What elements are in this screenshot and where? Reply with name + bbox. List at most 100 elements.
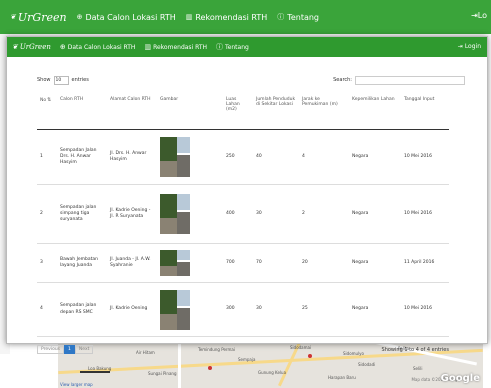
column-header-gambar[interactable]: Gambar <box>157 93 223 130</box>
cell-penduduk: 70 <box>253 243 299 283</box>
map-brand-logo: Google <box>440 373 480 384</box>
main-window: ❦ UrGreen ⊕ Data Calon Lokasi RTH ▥ Reko… <box>6 36 488 354</box>
cell-penduduk: 40 <box>253 129 299 185</box>
location-photo[interactable] <box>160 194 190 234</box>
logo[interactable]: ❦ UrGreen <box>12 43 51 51</box>
background-login[interactable]: ⇥Lo <box>471 11 487 20</box>
cell-kepemilikan: Negara <box>349 282 401 337</box>
leaf-icon: ❦ <box>10 12 16 21</box>
cell-tanggal: 11 April 2016 <box>401 243 449 283</box>
cell-no: 3 <box>37 243 57 283</box>
cell-penduduk: 30 <box>253 282 299 337</box>
map-label: Selili <box>413 366 423 371</box>
page-1-button[interactable]: 1 <box>64 345 75 354</box>
pagination: Previous 1 Next <box>37 345 94 354</box>
navbar: ❦ UrGreen ⊕ Data Calon Lokasi RTH ▥ Reko… <box>7 37 487 57</box>
column-header-no[interactable]: No⇅ <box>37 93 57 130</box>
table-row[interactable]: 1 Sempadan Jalan Drs. H. Anwar Hasyim Jl… <box>37 129 449 185</box>
cell-luas: 400 <box>223 184 253 244</box>
background-nav-rekomendasi[interactable]: ▥ Rekomendasi RTH <box>186 13 268 22</box>
leaf-icon: ❦ <box>12 42 18 51</box>
cell-tanggal: 10 Mei 2016 <box>401 129 449 185</box>
bar-chart-icon: ▥ <box>185 12 193 21</box>
cell-no: 4 <box>37 282 57 337</box>
entries-select[interactable]: 10 <box>53 75 69 85</box>
column-header-kepemilikan[interactable]: Kepemilikan Lahan <box>349 93 401 130</box>
data-table: No⇅ Calon RTH Alamat Calon RTH Gambar Lu… <box>37 93 449 337</box>
map-label: Harapan Baru <box>328 375 356 380</box>
table-header-row: No⇅ Calon RTH Alamat Calon RTH Gambar Lu… <box>37 93 449 130</box>
bar-chart-icon: ▥ <box>144 42 152 51</box>
column-header-calon-rth[interactable]: Calon RTH <box>57 93 107 130</box>
map-label: Sidodadi <box>358 362 376 367</box>
location-photo[interactable] <box>160 289 190 330</box>
column-header-penduduk[interactable]: Jumlah Penduduk di Sekitar Lokasi <box>253 93 299 130</box>
cell-kepemilikan: Negara <box>349 129 401 185</box>
map-marker[interactable] <box>208 366 212 370</box>
cell-gambar <box>157 282 223 337</box>
login-icon: ⇥ <box>457 43 463 50</box>
background-navbar: ❦ UrGreen ⊕ Data Calon Lokasi RTH ▥ Reko… <box>0 0 491 34</box>
cell-kepemilikan: Negara <box>349 184 401 244</box>
location-photo[interactable] <box>160 137 190 177</box>
cell-alamat: Jl. Kadrie Oening - Jl. R Suryanata <box>107 184 157 244</box>
cell-penduduk: 30 <box>253 184 299 244</box>
next-button[interactable]: Next <box>74 345 94 354</box>
cell-tanggal: 10 Mei 2016 <box>401 184 449 244</box>
cell-kepemilikan: Negara <box>349 243 401 283</box>
search-box: Search: <box>333 75 465 85</box>
column-header-jarak[interactable]: Jarak ke Pemukiman (m) <box>299 93 349 130</box>
cell-no: 1 <box>37 129 57 185</box>
background-logo[interactable]: ❦ UrGreen <box>10 11 67 24</box>
cell-alamat: Jl. Drs. H. Anwar Hasyim <box>107 129 157 185</box>
cell-luas: 700 <box>223 243 253 283</box>
table-footer: Previous 1 Next Showing 1 to 4 of 4 entr… <box>37 345 449 354</box>
cell-no: 2 <box>37 184 57 244</box>
cell-gambar <box>157 184 223 244</box>
cell-gambar <box>157 129 223 185</box>
table-controls: Show 10 entries Search: <box>37 73 465 87</box>
entries-info: Showing 1 to 4 of 4 entries <box>381 346 449 353</box>
location-photo[interactable] <box>160 250 190 276</box>
previous-button[interactable]: Previous <box>37 345 65 354</box>
globe-icon: ⊕ <box>76 12 83 21</box>
cell-calon-rth: Bawah Jembatan layang Juanda <box>57 243 107 283</box>
background-nav-data-calon[interactable]: ⊕ Data Calon Lokasi RTH <box>77 13 176 22</box>
sort-icon: ⇅ <box>47 97 52 103</box>
view-larger-map-link[interactable]: View larger map <box>60 382 93 387</box>
map-label: Sungai Pinang <box>148 371 177 376</box>
cell-jarak: 2 <box>299 184 349 244</box>
globe-icon: ⊕ <box>59 42 66 51</box>
map-scale-bar <box>80 371 110 373</box>
nav-tentang[interactable]: ⓘ Tentang <box>216 42 249 51</box>
cell-jarak: 4 <box>299 129 349 185</box>
table-row[interactable]: 4 Sempadan jalan depan RS SMC Jl. Kadrie… <box>37 282 449 337</box>
cell-calon-rth: Sempadan Jalan Drs. H. Anwar Hasyim <box>57 129 107 185</box>
entries-length: Show 10 entries <box>37 75 89 85</box>
cell-tanggal: 10 Mei 2016 <box>401 282 449 337</box>
cell-gambar <box>157 243 223 283</box>
cell-luas: 300 <box>223 282 253 337</box>
login-link[interactable]: ⇥ Login <box>458 43 481 50</box>
cell-jarak: 20 <box>299 243 349 283</box>
cell-alamat: Jl. Kadrie Oening <box>107 282 157 337</box>
map-label: Sempaja <box>238 357 256 362</box>
column-header-alamat[interactable]: Alamat Calon RTH <box>107 93 157 130</box>
info-icon: ⓘ <box>216 42 224 51</box>
table-panel: Show 10 entries Search: No⇅ Calon RTH Al… <box>37 73 465 354</box>
table-row[interactable]: 3 Bawah Jembatan layang Juanda Jl. Juand… <box>37 243 449 283</box>
cell-alamat: Jl. Juanda - Jl. A.W. Syahranie <box>107 243 157 283</box>
login-icon: ⇥ <box>471 11 478 20</box>
table-row[interactable]: 2 Sempadan jalan simpang tiga suryanata … <box>37 184 449 244</box>
cell-calon-rth: Sempadan jalan depan RS SMC <box>57 282 107 337</box>
column-header-luas[interactable]: Luas Lahan (m2) <box>223 93 253 130</box>
cell-luas: 250 <box>223 129 253 185</box>
background-nav-tentang[interactable]: ⓘ Tentang <box>277 13 319 22</box>
search-input[interactable] <box>355 75 465 85</box>
map-marker[interactable] <box>308 354 312 358</box>
nav-rekomendasi[interactable]: ▥ Rekomendasi RTH <box>144 42 207 51</box>
info-icon: ⓘ <box>277 12 285 21</box>
nav-data-calon-lokasi[interactable]: ⊕ Data Calon Lokasi RTH <box>59 42 136 51</box>
column-header-tanggal[interactable]: Tanggal Input <box>401 93 449 130</box>
map-label: Gunung Kelua <box>258 370 287 375</box>
